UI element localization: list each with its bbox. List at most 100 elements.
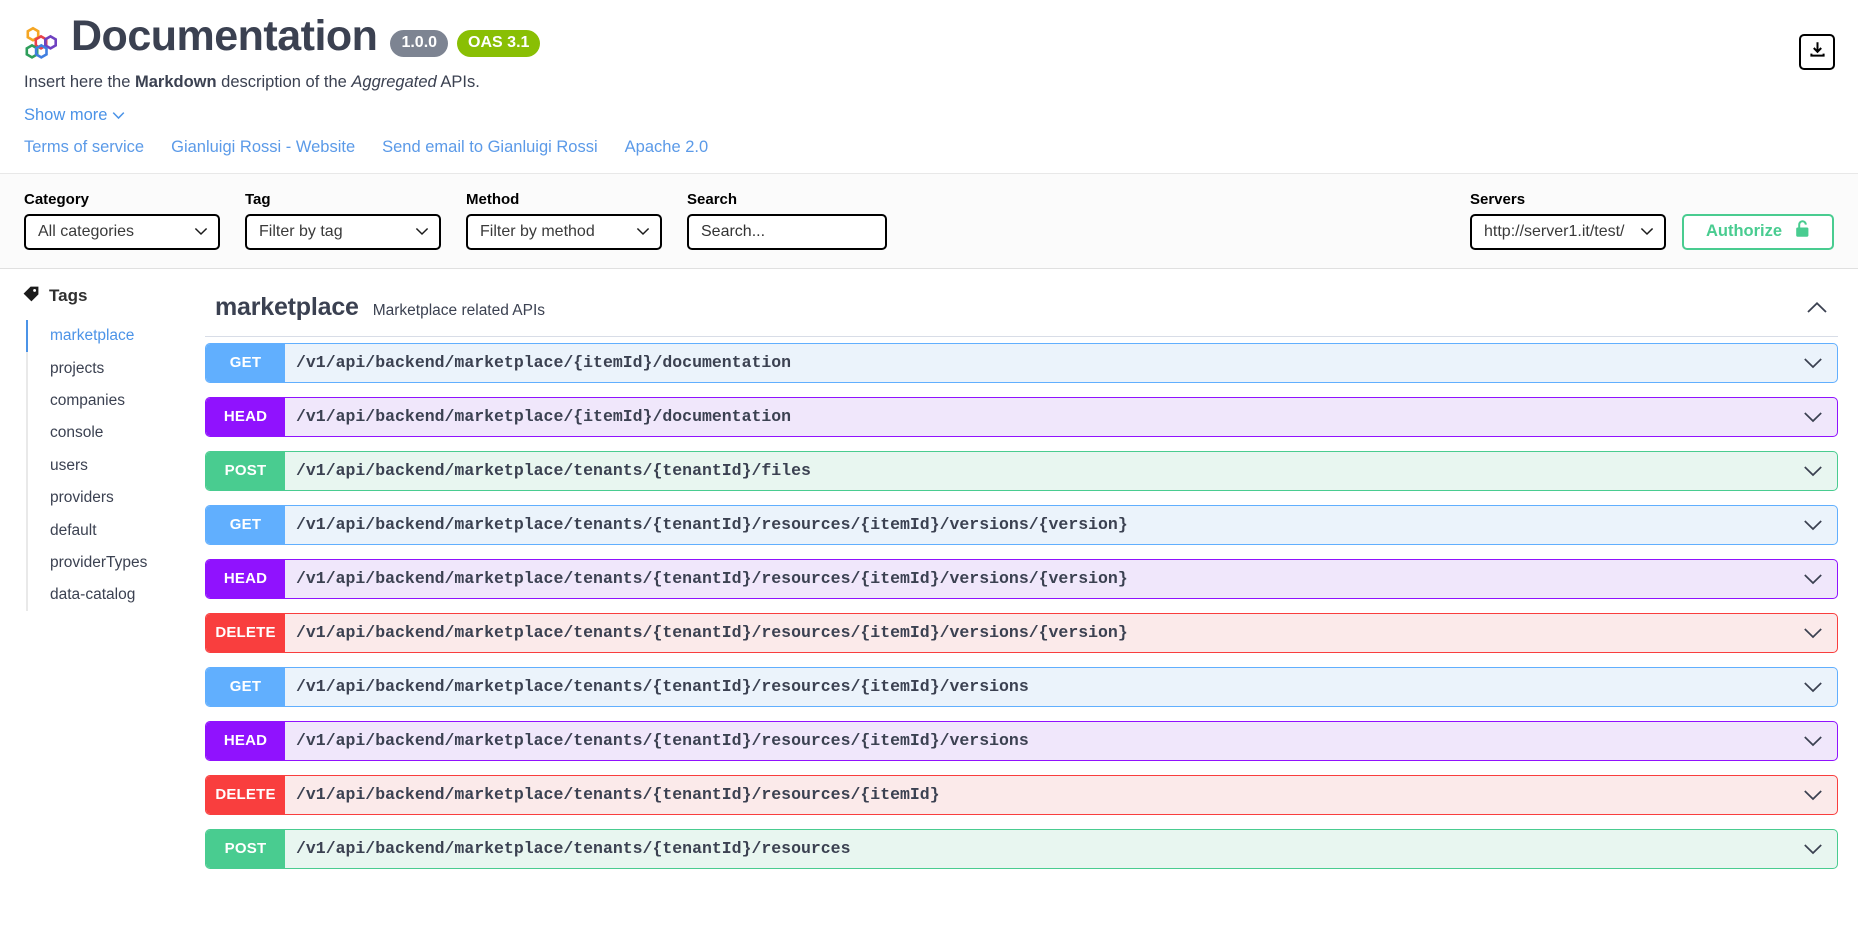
operation-path: /v1/api/backend/marketplace/tenants/{ten… bbox=[296, 623, 1128, 642]
desc-part-1: Insert here the bbox=[24, 73, 135, 91]
operations-panel: marketplace Marketplace related APIs GET… bbox=[190, 269, 1858, 931]
tag-field: Tag Filter by tag bbox=[245, 191, 441, 250]
toolbar-right-group: Servers http://server1.it/test/ Authoriz… bbox=[1470, 191, 1834, 250]
version-badge: 1.0.0 bbox=[390, 30, 448, 57]
swagger-documentation-page: Documentation 1.0.0 OAS 3.1 Insert here … bbox=[0, 0, 1858, 931]
operation-row[interactable]: POST /v1/api/backend/marketplace/tenants… bbox=[205, 451, 1838, 491]
chevron-down-icon bbox=[636, 223, 650, 241]
sidebar-item-companies[interactable]: companies bbox=[28, 385, 190, 417]
chevron-down-icon[interactable] bbox=[1803, 789, 1837, 801]
authorize-button[interactable]: Authorize bbox=[1682, 214, 1834, 250]
tag-list: marketplace projects companies console u… bbox=[26, 320, 190, 611]
filter-toolbar: Category All categories Tag Filter by ta… bbox=[0, 173, 1858, 269]
desc-part-3: APIs. bbox=[437, 73, 480, 91]
method-badge: DELETE bbox=[206, 776, 285, 814]
servers-select[interactable]: http://server1.it/test/ bbox=[1470, 214, 1666, 250]
body-area: Tags marketplace projects companies cons… bbox=[0, 269, 1858, 931]
operation-path: /v1/api/backend/marketplace/tenants/{ten… bbox=[296, 569, 1128, 588]
operation-row[interactable]: POST /v1/api/backend/marketplace/tenants… bbox=[205, 829, 1838, 869]
servers-field: Servers http://server1.it/test/ bbox=[1470, 191, 1666, 250]
link-contact-email[interactable]: Send email to Gianluigi Rossi bbox=[382, 138, 598, 157]
chevron-down-icon[interactable] bbox=[1803, 465, 1837, 477]
method-badge: DELETE bbox=[206, 614, 285, 652]
servers-value: http://server1.it/test/ bbox=[1484, 223, 1625, 241]
hexagon-cluster-logo-icon bbox=[24, 26, 58, 60]
sidebar-item-providertypes[interactable]: providerTypes bbox=[28, 546, 190, 578]
operation-path: /v1/api/backend/marketplace/tenants/{ten… bbox=[296, 731, 1029, 750]
chevron-down-icon bbox=[112, 106, 125, 125]
section-header-marketplace[interactable]: marketplace Marketplace related APIs bbox=[205, 283, 1838, 337]
sidebar-item-users[interactable]: users bbox=[28, 449, 190, 481]
sidebar-item-providers[interactable]: providers bbox=[28, 482, 190, 514]
chevron-down-icon bbox=[1640, 223, 1654, 241]
download-icon bbox=[1808, 40, 1827, 64]
search-input-wrapper[interactable]: Search... bbox=[687, 214, 887, 250]
operation-list: GET /v1/api/backend/marketplace/{itemId}… bbox=[205, 337, 1838, 869]
method-badge: POST bbox=[206, 452, 285, 490]
chevron-down-icon[interactable] bbox=[1803, 357, 1837, 369]
operation-row[interactable]: HEAD /v1/api/backend/marketplace/{itemId… bbox=[205, 397, 1838, 437]
authorize-label: Authorize bbox=[1706, 222, 1782, 241]
desc-aggregated-italic: Aggregated bbox=[351, 73, 436, 91]
operation-row[interactable]: GET /v1/api/backend/marketplace/tenants/… bbox=[205, 667, 1838, 707]
operation-path: /v1/api/backend/marketplace/tenants/{ten… bbox=[296, 461, 811, 480]
method-badge: HEAD bbox=[206, 722, 285, 760]
chevron-down-icon[interactable] bbox=[1803, 735, 1837, 747]
chevron-down-icon[interactable] bbox=[1803, 573, 1837, 585]
search-field: Search Search... bbox=[687, 191, 887, 250]
chevron-up-icon[interactable] bbox=[1806, 301, 1834, 314]
method-badge: POST bbox=[206, 830, 285, 868]
operation-row[interactable]: DELETE /v1/api/backend/marketplace/tenan… bbox=[205, 613, 1838, 653]
sidebar-item-console[interactable]: console bbox=[28, 417, 190, 449]
chevron-down-icon[interactable] bbox=[1803, 519, 1837, 531]
category-value: All categories bbox=[38, 223, 134, 241]
tag-select[interactable]: Filter by tag bbox=[245, 214, 441, 250]
search-input-placeholder: Search... bbox=[701, 223, 765, 241]
section-subtitle: Marketplace related APIs bbox=[373, 295, 545, 320]
method-badge: GET bbox=[206, 506, 285, 544]
operation-path: /v1/api/backend/marketplace/{itemId}/doc… bbox=[296, 353, 791, 372]
chevron-down-icon[interactable] bbox=[1803, 411, 1837, 423]
download-spec-button[interactable] bbox=[1799, 34, 1835, 70]
operation-row[interactable]: DELETE /v1/api/backend/marketplace/tenan… bbox=[205, 775, 1838, 815]
operation-row[interactable]: GET /v1/api/backend/marketplace/{itemId}… bbox=[205, 343, 1838, 383]
sidebar-item-projects[interactable]: projects bbox=[28, 352, 190, 384]
sidebar-item-data-catalog[interactable]: data-catalog bbox=[28, 579, 190, 611]
link-contact-website[interactable]: Gianluigi Rossi - Website bbox=[171, 138, 355, 157]
tags-sidebar: Tags marketplace projects companies cons… bbox=[0, 269, 190, 931]
title-row: Documentation 1.0.0 OAS 3.1 bbox=[24, 14, 1834, 60]
method-badge: GET bbox=[206, 668, 285, 706]
category-field: Category All categories bbox=[24, 191, 220, 250]
method-select[interactable]: Filter by method bbox=[466, 214, 662, 250]
api-description: Insert here the Markdown description of … bbox=[24, 70, 1834, 95]
header-links: Terms of service Gianluigi Rossi - Websi… bbox=[24, 138, 1834, 173]
tag-icon bbox=[22, 285, 40, 308]
operation-row[interactable]: GET /v1/api/backend/marketplace/tenants/… bbox=[205, 505, 1838, 545]
sidebar-item-marketplace[interactable]: marketplace bbox=[28, 320, 190, 352]
operation-path: /v1/api/backend/marketplace/{itemId}/doc… bbox=[296, 407, 791, 426]
category-label: Category bbox=[24, 191, 220, 209]
page-title: Documentation bbox=[71, 14, 377, 59]
desc-part-2: description of the bbox=[217, 73, 352, 91]
chevron-down-icon[interactable] bbox=[1803, 681, 1837, 693]
operation-path: /v1/api/backend/marketplace/tenants/{ten… bbox=[296, 785, 940, 804]
desc-markdown-bold: Markdown bbox=[135, 73, 217, 91]
title-badges: 1.0.0 OAS 3.1 bbox=[390, 30, 540, 57]
lock-open-icon bbox=[1795, 220, 1810, 243]
operation-path: /v1/api/backend/marketplace/tenants/{ten… bbox=[296, 677, 1029, 696]
chevron-down-icon bbox=[415, 223, 429, 241]
link-terms-of-service[interactable]: Terms of service bbox=[24, 138, 144, 157]
chevron-down-icon[interactable] bbox=[1803, 843, 1837, 855]
method-badge: HEAD bbox=[206, 398, 285, 436]
show-more-label: Show more bbox=[24, 106, 107, 125]
sidebar-item-default[interactable]: default bbox=[28, 514, 190, 546]
operation-row[interactable]: HEAD /v1/api/backend/marketplace/tenants… bbox=[205, 559, 1838, 599]
show-more-toggle[interactable]: Show more bbox=[24, 106, 125, 125]
operation-path: /v1/api/backend/marketplace/tenants/{ten… bbox=[296, 839, 851, 858]
link-license[interactable]: Apache 2.0 bbox=[625, 138, 708, 157]
category-select[interactable]: All categories bbox=[24, 214, 220, 250]
operation-path: /v1/api/backend/marketplace/tenants/{ten… bbox=[296, 515, 1128, 534]
chevron-down-icon[interactable] bbox=[1803, 627, 1837, 639]
chevron-down-icon bbox=[194, 223, 208, 241]
operation-row[interactable]: HEAD /v1/api/backend/marketplace/tenants… bbox=[205, 721, 1838, 761]
